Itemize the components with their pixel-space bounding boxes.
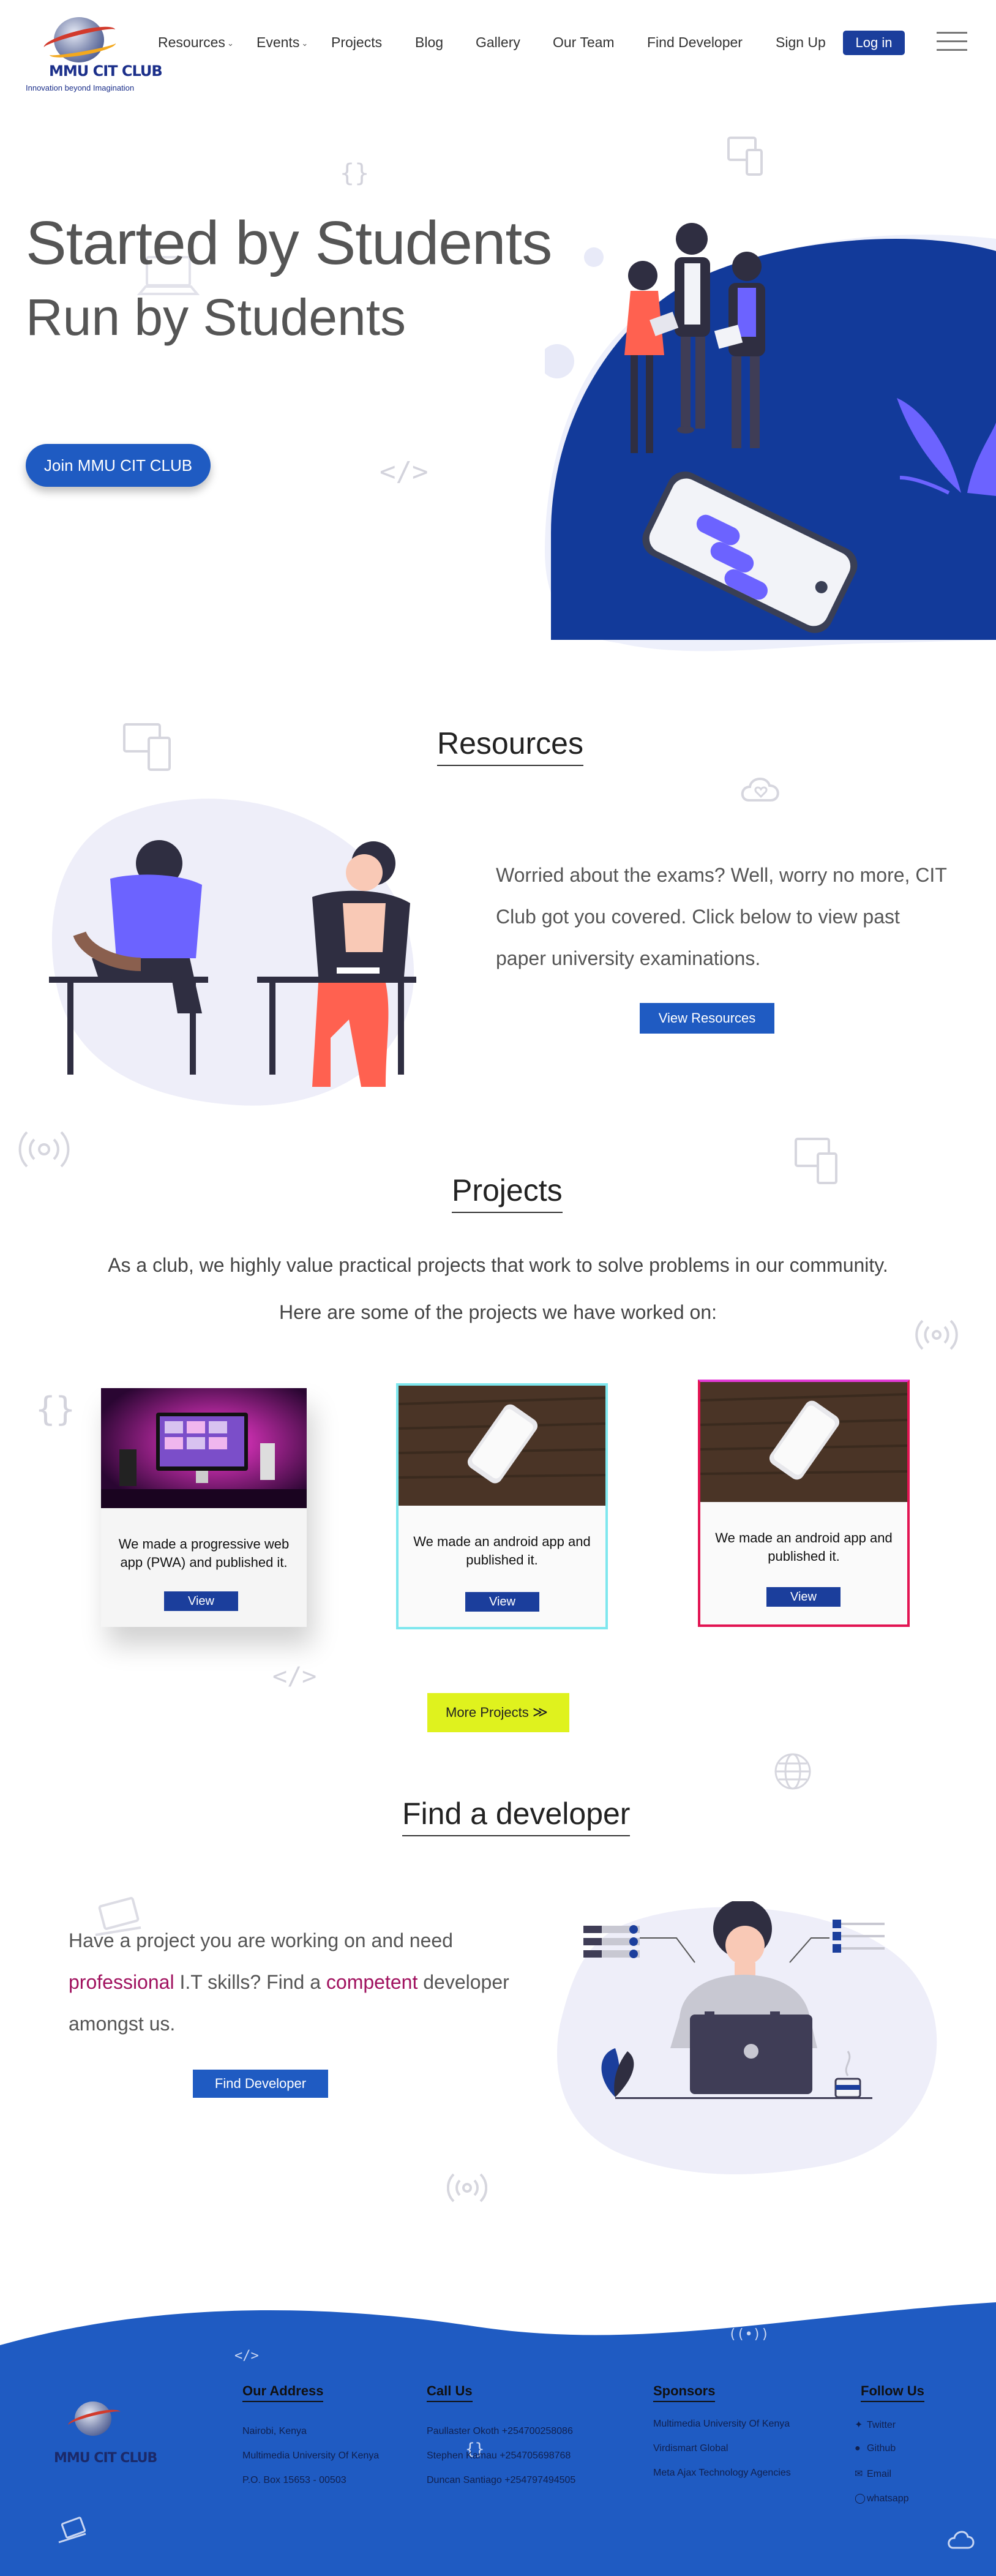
projects-title-text: Projects xyxy=(452,1173,563,1207)
footer-address-title: Our Address xyxy=(242,2383,323,2402)
projects-title: Projects xyxy=(452,1173,563,1213)
nav-item-gallery[interactable]: Gallery xyxy=(476,34,520,51)
students-studying-illustration xyxy=(49,798,416,1106)
project-card-text: We made an android app and published it. xyxy=(413,1534,591,1568)
pwa-project-image xyxy=(101,1388,307,1508)
footer-link-label: Twitter xyxy=(867,2420,896,2430)
dev-text-part: Have a project you are working on and ne… xyxy=(69,1929,453,1951)
footer-follow-title: Follow Us xyxy=(861,2383,924,2402)
whatsapp-icon: ◯ xyxy=(855,2493,866,2504)
github-icon: ● xyxy=(855,2443,861,2454)
more-projects-label: More Projects xyxy=(446,1705,529,1720)
footer-phone-line[interactable]: Duncan Santiago +254797494505 xyxy=(427,2475,575,2486)
nav-item-blog[interactable]: Blog xyxy=(415,34,443,51)
nav-item-events[interactable]: Events ⌄ xyxy=(256,34,308,51)
developer-illustration xyxy=(557,1901,937,2175)
footer-link-whatsapp[interactable]: ◯ whatsapp xyxy=(855,2492,909,2504)
laptop-icon xyxy=(58,2517,86,2544)
broadcast-icon: ((•)) xyxy=(728,2327,769,2342)
footer-link-label: Email xyxy=(867,2469,892,2479)
footer-sponsors-title: Sponsors xyxy=(653,2383,715,2402)
login-button[interactable]: Log in xyxy=(843,31,905,55)
resources-title: Resources xyxy=(437,726,583,766)
footer-link-email[interactable]: ✉ Email xyxy=(855,2468,891,2480)
view-project-button[interactable]: View xyxy=(164,1591,238,1611)
footer-address-line: P.O. Box 15653 - 00503 xyxy=(242,2475,346,2485)
chevron-down-icon: ⌄ xyxy=(227,38,234,48)
hero-title-line1: Started by Students xyxy=(26,209,552,277)
more-projects-button[interactable]: More Projects ≫ xyxy=(427,1693,569,1732)
dev-text-part: I.T skills? Find a xyxy=(174,1971,326,1993)
footer-address-line: Nairobi, Kenya xyxy=(242,2426,307,2436)
code-braces-icon: {} xyxy=(340,159,370,187)
footer-logo-name: MMU CIT CLUB xyxy=(54,2450,157,2466)
hero-illustration xyxy=(545,223,996,652)
android-app-image xyxy=(700,1382,907,1502)
footer-sponsor-line: Virdismart Global xyxy=(653,2443,728,2454)
nav-item-projects[interactable]: Projects xyxy=(331,34,382,51)
dev-text-highlight: competent xyxy=(326,1971,418,1993)
project-card-text: We made an android app and published it. xyxy=(715,1530,893,1564)
view-project-button[interactable]: View xyxy=(766,1587,841,1607)
footer-link-github[interactable]: ● Github xyxy=(855,2443,896,2454)
devices-icon xyxy=(727,137,763,176)
code-braces-icon: {} xyxy=(36,1390,76,1429)
nav-item-resources[interactable]: Resources ⌄ xyxy=(158,34,234,51)
find-developer-title: Find a developer xyxy=(402,1796,631,1836)
hamburger-icon[interactable] xyxy=(937,31,967,53)
footer-link-label: whatsapp xyxy=(867,2493,909,2504)
broadcast-icon xyxy=(915,1320,958,1350)
nav-item-find-developer[interactable]: Find Developer xyxy=(647,34,743,51)
project-card: We made a progressive web app (PWA) and … xyxy=(101,1388,307,1627)
nav-item-sign-up[interactable]: Sign Up xyxy=(776,34,826,51)
join-club-button[interactable]: Join MMU CIT CLUB xyxy=(26,444,211,487)
project-card: We made an android app and published it.… xyxy=(396,1383,608,1629)
view-resources-button[interactable]: View Resources xyxy=(640,1003,774,1034)
logo-tagline: Innovation beyond Imagination xyxy=(26,83,135,92)
email-icon: ✉ xyxy=(855,2469,863,2479)
devices-icon xyxy=(795,1138,837,1184)
find-developer-title-text: Find a developer xyxy=(402,1797,631,1831)
find-developer-button[interactable]: Find Developer xyxy=(193,2070,328,2098)
hero-title-line2: Run by Students xyxy=(26,288,406,346)
resources-title-text: Resources xyxy=(437,726,583,760)
project-card-text: We made a progressive web app (PWA) and … xyxy=(118,1536,290,1570)
top-navbar: MMU CIT CLUB Innovation beyond Imaginati… xyxy=(0,0,996,92)
devices-icon xyxy=(123,723,171,771)
footer-call-title: Call Us xyxy=(427,2383,473,2402)
footer-sponsor-line: Meta Ajax Technology Agencies xyxy=(653,2468,791,2478)
footer-link-twitter[interactable]: ✦ Twitter xyxy=(855,2419,896,2431)
club-logo[interactable]: MMU CIT CLUB Innovation beyond Imaginati… xyxy=(24,13,163,99)
twitter-icon: ✦ xyxy=(855,2420,863,2430)
code-tag-icon: </> xyxy=(380,456,429,487)
project-card: We made an android app and published it.… xyxy=(698,1380,910,1627)
footer-sponsor-line: Multimedia University Of Kenya xyxy=(653,2419,790,2429)
chevron-down-icon: ⌄ xyxy=(301,38,309,48)
code-tag-icon: </> xyxy=(272,1662,317,1691)
double-chevron-right-icon: ≫ xyxy=(532,1704,548,1721)
globe-icon xyxy=(774,1753,811,1790)
android-app-image xyxy=(399,1386,605,1506)
footer-address-line: Multimedia University Of Kenya xyxy=(242,2450,380,2461)
resources-description: Worried about the exams? Well, worry no … xyxy=(496,864,947,969)
footer-logo[interactable]: MMU CIT CLUB xyxy=(54,2401,157,2475)
nav-item-our-team[interactable]: Our Team xyxy=(553,34,615,51)
broadcast-icon xyxy=(447,2173,487,2202)
find-developer-description: Have a project you are working on and ne… xyxy=(69,1920,509,2045)
cloud-heart-icon xyxy=(741,778,779,802)
dev-text-highlight: professional xyxy=(69,1971,174,1993)
view-project-button[interactable]: View xyxy=(465,1592,539,1612)
cloud-heart-icon xyxy=(948,2531,975,2549)
footer-link-label: Github xyxy=(867,2443,896,2454)
projects-intro-line2: Here are some of the projects we have wo… xyxy=(279,1301,717,1323)
nav-item-label: Resources xyxy=(158,34,225,50)
footer-phone-line[interactable]: Stephen Kamau +254705698768 xyxy=(427,2450,571,2461)
nav-item-label: Events xyxy=(256,34,300,50)
footer-phone-line[interactable]: Paullaster Okoth +254700258086 xyxy=(427,2426,573,2437)
logo-name: MMU CIT CLUB xyxy=(49,62,163,80)
code-tag-icon: </> xyxy=(234,2348,259,2364)
broadcast-icon xyxy=(18,1131,70,1168)
projects-intro-line1: As a club, we highly value practical pro… xyxy=(108,1254,888,1276)
